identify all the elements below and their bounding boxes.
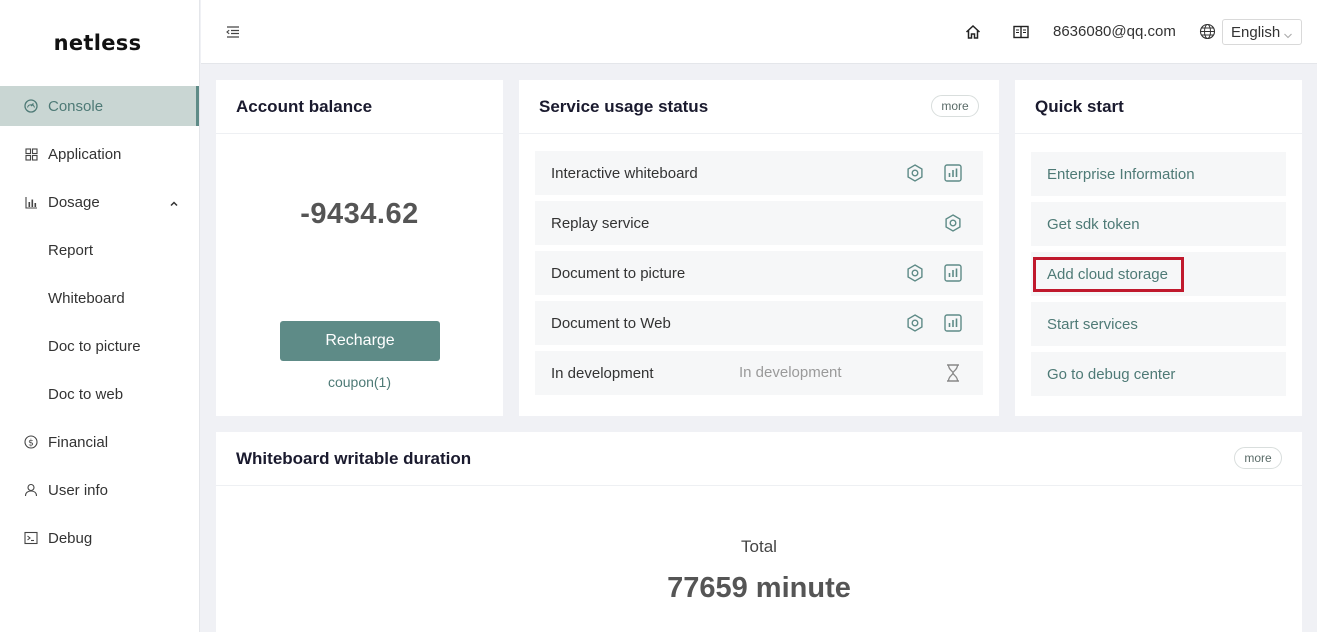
user-icon	[24, 483, 38, 497]
quick-start-label: Enterprise Information	[1047, 165, 1195, 183]
grid-icon	[24, 147, 38, 161]
stats-icon[interactable]	[943, 163, 963, 183]
sidebar-item-financial[interactable]: $ Financial	[0, 422, 199, 462]
service-status: In development	[739, 364, 842, 381]
service-label: Document to Web	[551, 314, 671, 332]
whiteboard-duration-card: Whiteboard writable duration more Total …	[216, 432, 1302, 632]
language-select[interactable]: English	[1222, 19, 1302, 45]
stats-icon[interactable]	[943, 313, 963, 333]
chevron-down-icon	[1283, 28, 1293, 45]
service-row-replay: Replay service	[535, 201, 983, 245]
bar-chart-icon	[24, 195, 38, 209]
sidebar: netless Console Application Dosage Repor…	[0, 0, 200, 632]
quick-start-label: Start services	[1047, 315, 1138, 333]
chevron-up-icon	[169, 196, 179, 213]
sidebar-item-label: User info	[48, 481, 109, 499]
sidebar-item-doc-to-picture[interactable]: Doc to picture	[0, 326, 199, 366]
svg-text:$: $	[28, 438, 34, 448]
quick-start-add-cloud-storage[interactable]: Add cloud storage	[1031, 252, 1286, 296]
quick-start-debug-center[interactable]: Go to debug center	[1031, 352, 1286, 396]
dashboard-icon	[24, 99, 38, 113]
gear-icon[interactable]	[943, 213, 963, 233]
sidebar-item-whiteboard[interactable]: Whiteboard	[0, 278, 199, 318]
dollar-icon: $	[24, 435, 38, 449]
sidebar-item-label: Report	[48, 241, 94, 259]
sidebar-item-label: Console	[48, 97, 104, 115]
quick-start-get-sdk-token[interactable]: Get sdk token	[1031, 202, 1286, 246]
coupon-link[interactable]: coupon(1)	[216, 374, 503, 390]
service-usage-card: Service usage status more Interactive wh…	[519, 80, 999, 416]
service-row-in-development: In development In development	[535, 351, 983, 395]
divider	[519, 133, 999, 134]
service-row-doc-to-picture: Document to picture	[535, 251, 983, 295]
card-title: Account balance	[236, 97, 373, 116]
card-title: Quick start	[1035, 97, 1124, 116]
more-button[interactable]: more	[931, 95, 979, 117]
terminal-icon	[24, 531, 38, 545]
card-title: Service usage status	[539, 97, 709, 116]
gear-icon[interactable]	[905, 163, 925, 183]
sidebar-item-label: Debug	[48, 529, 93, 547]
service-label: Document to picture	[551, 264, 686, 282]
sidebar-item-label: Dosage	[48, 193, 100, 211]
quick-start-label: Get sdk token	[1047, 215, 1140, 233]
service-row-doc-to-web: Document to Web	[535, 301, 983, 345]
service-label: Interactive whiteboard	[551, 164, 698, 182]
sidebar-item-dosage[interactable]: Dosage	[0, 182, 199, 222]
docs-book-icon[interactable]	[1012, 23, 1030, 41]
logo: netless	[53, 31, 142, 55]
stats-icon[interactable]	[943, 263, 963, 283]
recharge-button[interactable]: Recharge	[280, 321, 440, 361]
divider	[216, 133, 503, 134]
quick-start-label: Go to debug center	[1047, 365, 1176, 383]
gear-icon[interactable]	[905, 313, 925, 333]
sidebar-item-label: Application	[48, 145, 122, 163]
sidebar-item-debug[interactable]: Debug	[0, 518, 199, 558]
total-value: 77659 minute	[667, 572, 851, 604]
sidebar-item-label: Whiteboard	[48, 289, 125, 307]
quick-start-enterprise-information[interactable]: Enterprise Information	[1031, 152, 1286, 196]
sidebar-item-application[interactable]: Application	[0, 134, 199, 174]
hourglass-icon	[943, 363, 963, 383]
menu-fold-icon[interactable]	[225, 24, 241, 40]
quick-start-start-services[interactable]: Start services	[1031, 302, 1286, 346]
balance-amount: -9434.62	[300, 198, 419, 230]
account-balance-card: Account balance -9434.62 Recharge coupon…	[216, 80, 503, 416]
gear-icon[interactable]	[905, 263, 925, 283]
user-email[interactable]: 8636080@qq.com	[1053, 23, 1176, 40]
card-title: Whiteboard writable duration	[236, 449, 472, 468]
sidebar-item-label: Doc to web	[48, 385, 124, 403]
globe-icon	[1199, 23, 1216, 40]
top-header: 8636080@qq.com English	[201, 0, 1317, 64]
sidebar-item-user-info[interactable]: User info	[0, 470, 199, 510]
sidebar-item-console[interactable]: Console	[0, 86, 199, 126]
quick-start-card: Quick start Enterprise Information Get s…	[1015, 80, 1302, 416]
sidebar-item-label: Financial	[48, 433, 109, 451]
home-icon[interactable]	[964, 23, 982, 41]
sidebar-item-label: Doc to picture	[48, 337, 141, 355]
quick-start-label: Add cloud storage	[1047, 265, 1168, 283]
divider	[216, 485, 1302, 486]
service-label: Replay service	[551, 214, 650, 232]
sidebar-item-report[interactable]: Report	[0, 230, 199, 270]
service-row-interactive-whiteboard: Interactive whiteboard	[535, 151, 983, 195]
more-button[interactable]: more	[1234, 447, 1282, 469]
sidebar-item-doc-to-web[interactable]: Doc to web	[0, 374, 199, 414]
service-label: In development	[551, 364, 654, 382]
divider	[1015, 133, 1302, 134]
language-select-value: English	[1231, 23, 1281, 41]
total-label: Total	[741, 537, 777, 556]
